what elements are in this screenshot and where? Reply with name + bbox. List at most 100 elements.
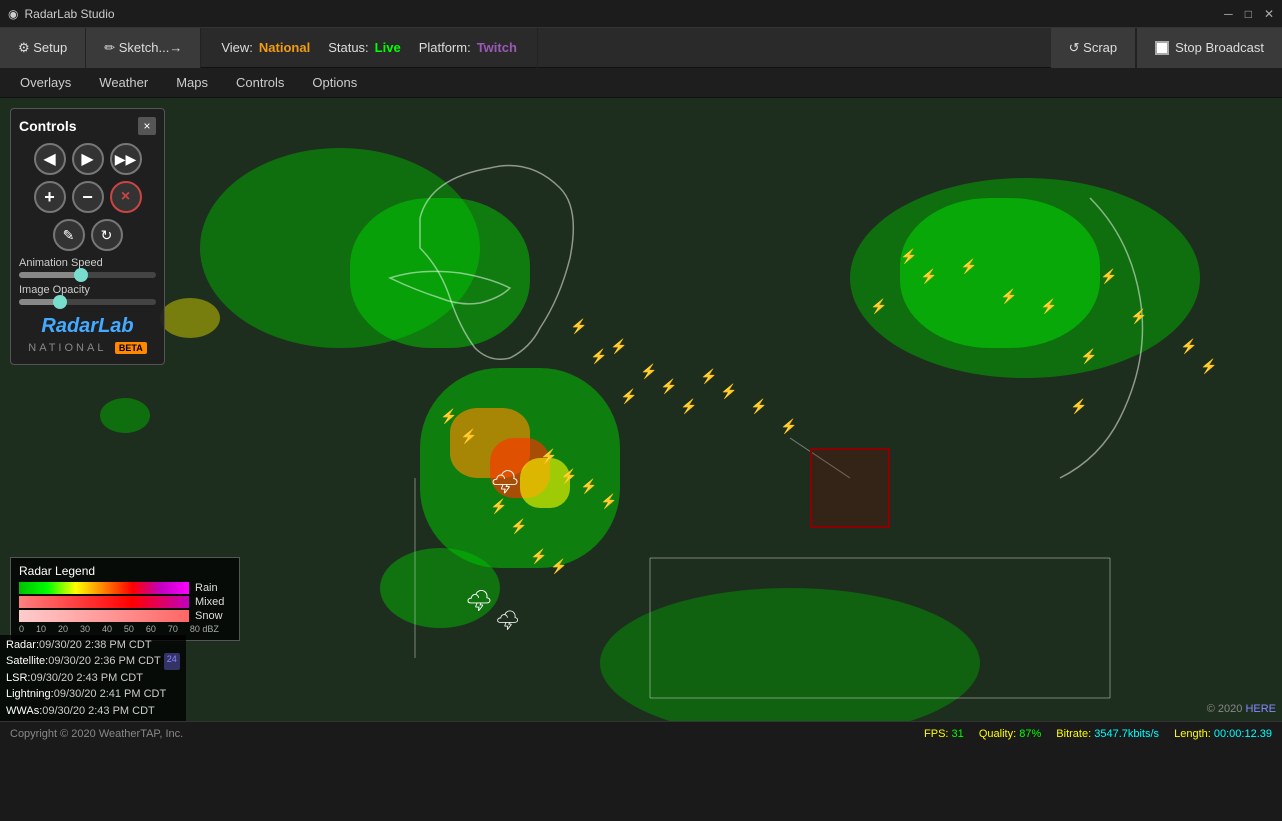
play-button[interactable]: ▶ [72, 143, 104, 175]
ts-24-badge: 24 [164, 653, 180, 670]
animation-speed-track[interactable] [19, 272, 156, 278]
legend-row-snow: Snow [19, 610, 231, 622]
ts-wwas-label: WWAs: [6, 703, 42, 720]
map-copyright-link[interactable]: HERE [1245, 703, 1276, 715]
scale-70: 70 [168, 624, 178, 634]
ts-satellite-label: Satellite: [6, 653, 48, 670]
animation-speed-label: Animation Speed [19, 257, 156, 269]
menu-weather[interactable]: Weather [87, 71, 160, 94]
ts-radar-label: Radar: [6, 637, 39, 654]
status-value: Live [375, 40, 401, 55]
menu-controls[interactable]: Controls [224, 71, 296, 94]
ts-satellite: Satellite: 09/30/20 2:36 PM CDT 24 [6, 653, 180, 670]
scale-60: 60 [146, 624, 156, 634]
quality-label: Quality: [979, 728, 1016, 740]
zoom-controls: + − × [19, 181, 156, 213]
scale-80: 80 dBZ [190, 624, 219, 634]
ts-lsr-label: LSR: [6, 670, 30, 687]
scale-30: 30 [80, 624, 90, 634]
controls-panel: Controls × ◀ ▶ ▶▶ + − × ✎ ↻ Animation Sp… [10, 108, 165, 365]
copyright-text: Copyright © 2020 WeatherTAP, Inc. [10, 728, 183, 740]
zoom-out-button[interactable]: − [72, 181, 104, 213]
ts-radar: Radar: 09/30/20 2:38 PM CDT [6, 637, 180, 654]
legend-row-mixed: Mixed [19, 596, 231, 608]
menu-overlays[interactable]: Overlays [8, 71, 83, 94]
legend-bar-snow [19, 610, 189, 622]
prev-button[interactable]: ◀ [34, 143, 66, 175]
view-status: View: National Status: Live Platform: Tw… [201, 28, 538, 68]
close-button[interactable]: ✕ [1264, 7, 1274, 21]
animation-speed-thumb[interactable] [74, 268, 88, 282]
ts-satellite-value: 09/30/20 2:36 PM CDT [48, 653, 161, 670]
legend-label-rain: Rain [195, 582, 231, 594]
titlebar: ◉ RadarLab Studio ─ □ ✕ [0, 0, 1282, 28]
timestamps: Radar: 09/30/20 2:38 PM CDT Satellite: 0… [0, 635, 186, 722]
scale-20: 20 [58, 624, 68, 634]
edit-button[interactable]: ✎ [53, 219, 85, 251]
logo-text: RadarLab [19, 315, 156, 338]
stop-broadcast-button[interactable]: Stop Broadcast [1136, 28, 1282, 68]
menu-options[interactable]: Options [300, 71, 369, 94]
status-label: Status: [328, 40, 368, 55]
radar-legend: Radar Legend Rain Mixed Snow 0 10 20 30 … [10, 557, 240, 641]
scale-0: 0 [19, 624, 24, 634]
map-area[interactable]: ⚡ ⚡ ⚡ ⚡ ⚡ ⚡ ⚡ ⚡ ⚡ ⚡ ⚡ ⚡ ⚡ ⚡ ⚡ ⚡ ⚡ ⚡ ⚡ ⚡ … [0, 98, 1282, 721]
ts-wwas: WWAs: 09/30/20 2:43 PM CDT [6, 703, 180, 720]
bitrate-value: 3547.7kbits/s [1094, 728, 1159, 740]
maximize-button[interactable]: □ [1245, 7, 1252, 21]
scrap-button[interactable]: ↺ Scrap [1051, 28, 1136, 68]
minimize-button[interactable]: ─ [1224, 7, 1233, 21]
controls-header: Controls × [19, 117, 156, 135]
image-opacity-control: Image Opacity [19, 284, 156, 305]
quality-value: 87% [1019, 728, 1041, 740]
toolbar-right: ↺ Scrap Stop Broadcast [1051, 28, 1282, 68]
fps-label: FPS: [924, 728, 948, 740]
logo-main: RadarLab [41, 315, 133, 337]
logo-sub: NATIONAL [28, 342, 106, 354]
legend-label-mixed: Mixed [195, 596, 231, 608]
bitrate-label: Bitrate: [1056, 728, 1091, 740]
sketch-button[interactable]: ✏ Sketch...→ [86, 28, 201, 68]
stop-checkbox[interactable] [1155, 41, 1169, 55]
legend-bars: Rain Mixed Snow [19, 582, 231, 622]
image-opacity-label: Image Opacity [19, 284, 156, 296]
refresh-button[interactable]: ↻ [91, 219, 123, 251]
logo-beta: BETA [115, 342, 147, 354]
legend-title: Radar Legend [19, 564, 231, 578]
legend-bar-mixed [19, 596, 189, 608]
animation-speed-control: Animation Speed [19, 257, 156, 278]
map-copyright: © 2020 HERE [1207, 703, 1276, 715]
menubar: Overlays Weather Maps Controls Options [0, 68, 1282, 98]
ts-lightning-label: Lightning: [6, 686, 54, 703]
image-opacity-thumb[interactable] [53, 295, 67, 309]
ts-wwas-value: 09/30/20 2:43 PM CDT [42, 703, 155, 720]
image-opacity-track[interactable] [19, 299, 156, 305]
scale-50: 50 [124, 624, 134, 634]
radarlab-logo: RadarLab NATIONAL BETA [19, 315, 156, 356]
controls-close-button[interactable]: × [138, 117, 156, 135]
animation-speed-fill [19, 272, 81, 278]
menu-maps[interactable]: Maps [164, 71, 220, 94]
zoom-in-button[interactable]: + [34, 181, 66, 213]
setup-button[interactable]: ⚙ Setup [0, 28, 86, 68]
platform-label: Platform: [419, 40, 471, 55]
statusbar: Copyright © 2020 WeatherTAP, Inc. FPS: 3… [0, 721, 1282, 745]
controls-title: Controls [19, 118, 77, 134]
legend-row-rain: Rain [19, 582, 231, 594]
window-controls[interactable]: ─ □ ✕ [1224, 7, 1274, 21]
stop-label: Stop Broadcast [1175, 40, 1264, 55]
length-label: Length: [1174, 728, 1211, 740]
app-icon: ◉ [8, 7, 18, 21]
legend-label-snow: Snow [195, 610, 231, 622]
app-title: RadarLab Studio [24, 7, 114, 21]
next-button[interactable]: ▶▶ [110, 143, 142, 175]
scale-10: 10 [36, 624, 46, 634]
fps-value: 31 [952, 728, 964, 740]
cancel-button[interactable]: × [110, 181, 142, 213]
platform-value: Twitch [477, 40, 517, 55]
ts-lightning: Lightning: 09/30/20 2:41 PM CDT [6, 686, 180, 703]
view-label: View: [221, 40, 253, 55]
ts-lsr-value: 09/30/20 2:43 PM CDT [30, 670, 143, 687]
logo-sub-row: NATIONAL BETA [19, 338, 156, 356]
playback-controls: ◀ ▶ ▶▶ [19, 143, 156, 175]
